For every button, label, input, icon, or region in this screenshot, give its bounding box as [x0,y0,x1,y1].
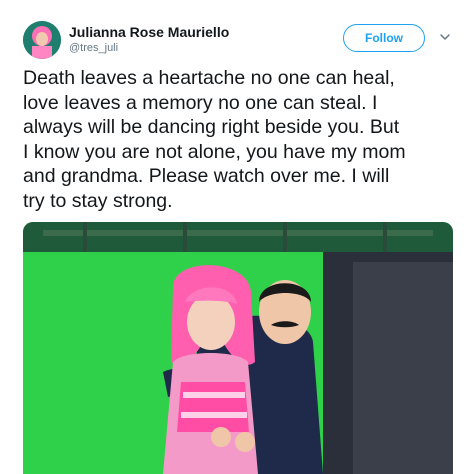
avatar-image [23,21,61,59]
display-name[interactable]: Julianna Rose Mauriello [69,24,229,40]
chevron-down-icon[interactable] [438,30,452,44]
follow-button[interactable]: Follow [343,24,425,52]
tweet-text: Death leaves a heartache no one can heal… [23,67,406,212]
tweet-photo[interactable] [23,222,453,474]
tweet-header: Julianna Rose Mauriello @tres_juli Follo… [0,0,474,60]
avatar[interactable] [23,21,61,59]
username[interactable]: @tres_juli [69,42,118,54]
tweet-photo-image [23,222,453,474]
